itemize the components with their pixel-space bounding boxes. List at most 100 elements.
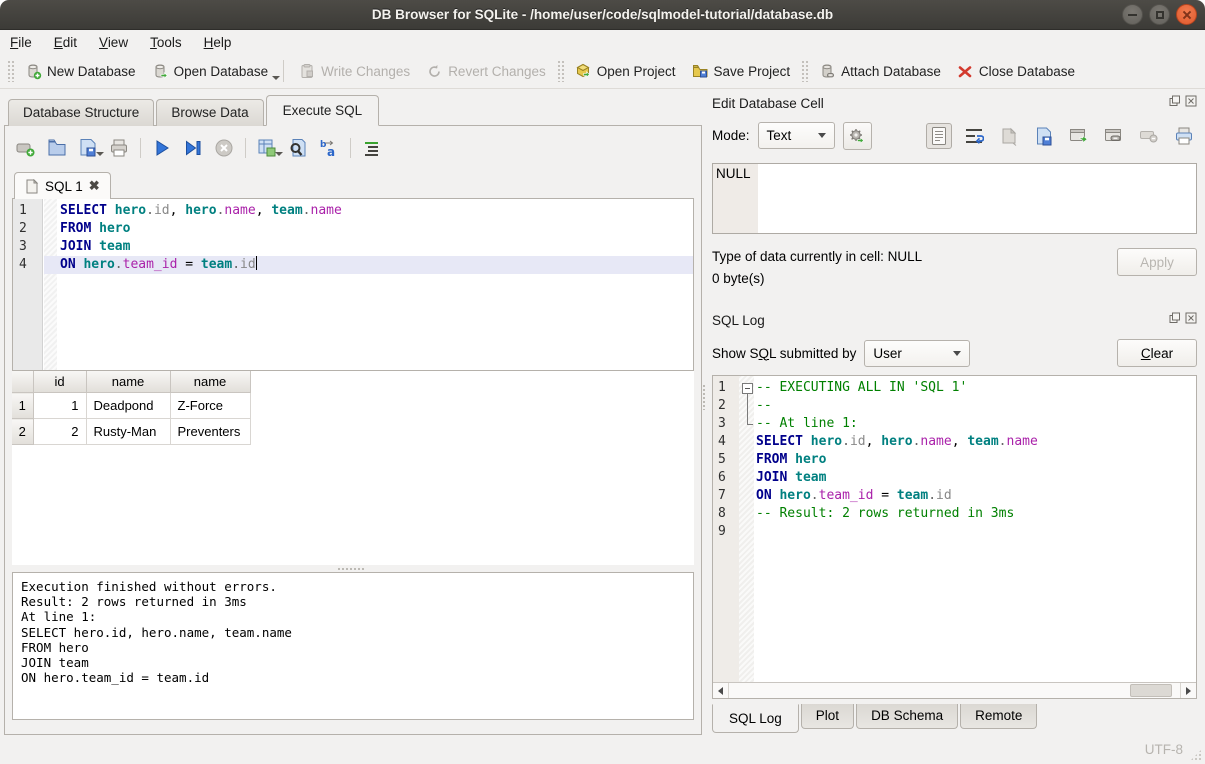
save-sql-file-button[interactable] — [76, 136, 100, 160]
submitter-select[interactable]: User — [864, 340, 970, 367]
window-link-button[interactable] — [1101, 123, 1127, 149]
menu-edit[interactable]: Edit — [54, 35, 77, 50]
save-project-button[interactable]: Save Project — [684, 59, 799, 84]
open-project-button[interactable]: Open Project — [567, 59, 684, 84]
close-button[interactable] — [1176, 4, 1197, 25]
float-panel-button[interactable] — [1169, 94, 1181, 112]
cell-editor-content[interactable] — [758, 164, 1196, 233]
code-line: 4SELECT hero.id, hero.name, team.name — [713, 433, 1196, 451]
tab-remote[interactable]: Remote — [960, 704, 1037, 729]
table-row[interactable]: 1 1 Deadpond Z-Force — [12, 393, 250, 419]
scrollbar-track[interactable] — [729, 683, 1180, 698]
main-tab-bar: Database Structure Browse Data Execute S… — [4, 95, 702, 126]
results-column-header[interactable]: name — [86, 371, 170, 393]
float-panel-button[interactable] — [1169, 311, 1181, 329]
cell-editor-gutter: NULL — [713, 164, 758, 233]
open-database-icon — [152, 63, 169, 80]
apply-format-button[interactable] — [843, 122, 872, 150]
attach-database-button[interactable]: Attach Database — [811, 59, 949, 84]
code-line: 7ON hero.team_id = team.id — [713, 487, 1196, 505]
row-header[interactable]: 1 — [12, 393, 33, 419]
new-sql-tab-button[interactable] — [14, 136, 38, 160]
table-row[interactable]: 2 2 Rusty-Man Preventers — [12, 419, 250, 445]
scroll-right-arrow-icon[interactable] — [1180, 683, 1196, 698]
close-database-button[interactable]: Close Database — [949, 59, 1083, 84]
scroll-left-arrow-icon[interactable] — [713, 683, 729, 698]
word-wrap-icon — [964, 127, 984, 145]
cell-hero-name[interactable]: Rusty-Man — [86, 419, 170, 445]
menu-view[interactable]: View — [99, 35, 128, 50]
menu-help[interactable]: Help — [204, 35, 232, 50]
execute-current-line-button[interactable] — [181, 136, 205, 160]
export-results-button[interactable] — [255, 136, 279, 160]
export-results-dropdown-icon[interactable] — [275, 152, 283, 156]
filter-label: Show SQL submitted by — [712, 346, 856, 361]
minimize-button[interactable] — [1122, 4, 1143, 25]
sql-1-tab[interactable]: SQL 1 ✖ — [14, 172, 111, 199]
titlebar[interactable]: DB Browser for SQLite - /home/user/code/… — [0, 0, 1205, 30]
close-database-icon — [957, 63, 974, 80]
toolbar-handle[interactable] — [557, 60, 564, 82]
maximize-button[interactable] — [1149, 4, 1170, 25]
row-header[interactable]: 2 — [12, 419, 33, 445]
open-database-button[interactable]: Open Database — [144, 59, 277, 84]
cell-size-info: 0 byte(s) — [712, 268, 922, 290]
tab-sql-log[interactable]: SQL Log — [712, 704, 799, 733]
close-tab-icon[interactable]: ✖ — [89, 178, 100, 194]
cell-id[interactable]: 1 — [33, 393, 86, 419]
results-table-area[interactable]: id name name 1 1 Deadpond Z-Force 2 — [12, 371, 694, 565]
menu-tools[interactable]: Tools — [150, 35, 182, 50]
stop-execution-button — [212, 136, 236, 160]
tab-database-structure[interactable]: Database Structure — [8, 99, 154, 126]
tab-browse-data[interactable]: Browse Data — [156, 99, 263, 126]
find-replace-button[interactable] — [286, 136, 310, 160]
cell-id[interactable]: 2 — [33, 419, 86, 445]
code-line: 2FROM hero — [13, 220, 693, 238]
edit-cell-dock-header: Edit Database Cell — [712, 93, 1197, 113]
text-mode-button[interactable] — [926, 123, 952, 149]
print-cell-button[interactable] — [1171, 123, 1197, 149]
format-sql-button[interactable]: ba — [317, 136, 341, 160]
close-panel-button[interactable] — [1185, 311, 1197, 329]
auto-indent-button[interactable] — [360, 136, 384, 160]
execute-all-button[interactable] — [150, 136, 174, 160]
scrollbar-thumb[interactable] — [1130, 684, 1172, 697]
revert-changes-button: Revert Changes — [418, 59, 554, 84]
save-sql-dropdown-icon[interactable] — [96, 152, 104, 156]
results-column-header[interactable]: name — [170, 371, 250, 393]
open-database-dropdown-icon[interactable] — [272, 76, 280, 80]
resize-grip[interactable] — [1190, 749, 1202, 761]
word-wrap-button[interactable] — [961, 123, 987, 149]
close-panel-icon — [1185, 95, 1197, 107]
toolbar-handle[interactable] — [801, 60, 808, 82]
print-sql-button[interactable] — [107, 136, 131, 160]
open-sql-file-button[interactable] — [45, 136, 69, 160]
sql-editor[interactable]: 1SELECT hero.id, hero.name, team.name2FR… — [12, 198, 694, 371]
results-log-splitter[interactable] — [12, 565, 694, 572]
export-file-button[interactable] — [1031, 123, 1057, 149]
sql-toolbar-separator — [245, 138, 246, 158]
apply-format-gear-icon — [848, 127, 866, 145]
cell-hero-name[interactable]: Deadpond — [86, 393, 170, 419]
results-corner-header[interactable] — [12, 371, 33, 393]
cell-editor[interactable]: NULL — [712, 163, 1197, 234]
open-external-button[interactable] — [1066, 123, 1092, 149]
cell-team-name[interactable]: Z-Force — [170, 393, 250, 419]
tab-execute-sql[interactable]: Execute SQL — [266, 95, 380, 126]
execute-sql-pane: Database Structure Browse Data Execute S… — [0, 89, 702, 735]
mode-select[interactable]: Text — [758, 122, 835, 149]
float-panel-icon — [1169, 95, 1181, 107]
new-database-button[interactable]: New Database — [17, 59, 144, 84]
tab-db-schema[interactable]: DB Schema — [856, 704, 958, 729]
close-panel-button[interactable] — [1185, 94, 1197, 112]
sql-editor-code[interactable]: 1SELECT hero.id, hero.name, team.name2FR… — [13, 199, 693, 274]
clear-log-button[interactable]: Clear — [1117, 339, 1197, 367]
tab-plot[interactable]: Plot — [801, 704, 854, 729]
toolbar-handle[interactable] — [7, 60, 14, 82]
attach-database-icon — [819, 63, 836, 80]
results-column-header[interactable]: id — [33, 371, 86, 393]
log-horizontal-scrollbar[interactable] — [713, 682, 1196, 698]
menu-file[interactable]: File — [10, 35, 32, 50]
cell-team-name[interactable]: Preventers — [170, 419, 250, 445]
panel-splitter[interactable] — [702, 89, 706, 735]
